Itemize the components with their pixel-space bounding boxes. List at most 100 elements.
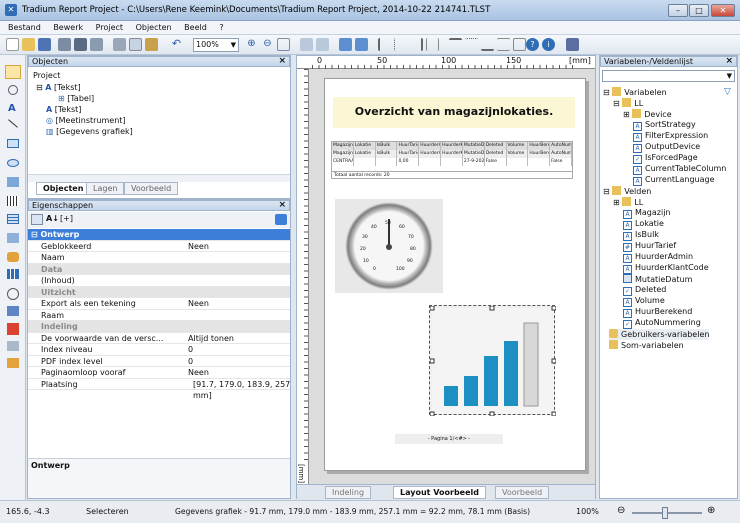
- print-icon[interactable]: [74, 38, 87, 51]
- variables-dropdown[interactable]: ▼: [602, 70, 735, 82]
- minimize-button[interactable]: –: [668, 4, 688, 17]
- tree-item-isbulk[interactable]: A IsBulk: [623, 230, 659, 241]
- property-row[interactable]: Plaatsing [91.7, 179.0, 183.9, 257.1 mm]: [28, 378, 290, 400]
- help-icon[interactable]: ?: [526, 38, 539, 51]
- line-tool-icon[interactable]: [8, 119, 18, 128]
- tree-node-ll[interactable]: ⊟ LL: [613, 98, 643, 109]
- resize-handle[interactable]: [430, 306, 435, 311]
- tree-node-variabelen[interactable]: ⊟ Variabelen: [603, 87, 667, 98]
- zoom-fit-icon[interactable]: [277, 38, 290, 51]
- tree-item-meetinstrument[interactable]: ◎ [Meetinstrument]: [46, 116, 126, 126]
- property-value[interactable]: Neen: [188, 241, 209, 252]
- align-center-icon[interactable]: [394, 38, 407, 51]
- new-file-icon[interactable]: [6, 38, 19, 51]
- copy-icon[interactable]: [129, 38, 142, 51]
- report-title[interactable]: Overzicht van magazijnlokaties.: [333, 97, 575, 128]
- resize-handle[interactable]: [489, 411, 495, 416]
- tree-item-currentlanguage[interactable]: A CurrentLanguage: [633, 175, 715, 186]
- tree-node-gebruikers-variabelen[interactable]: Gebruikers-variabelen: [609, 329, 710, 340]
- send-back-icon[interactable]: [316, 38, 329, 51]
- zoom-out-icon[interactable]: ⊖: [261, 38, 274, 51]
- tree-item-tabel[interactable]: ⊞ [Tabel]: [58, 94, 94, 104]
- property-row[interactable]: Naam: [28, 252, 290, 264]
- tree-item-outputdevice[interactable]: A OutputDevice: [633, 142, 700, 153]
- property-value[interactable]: Neen: [188, 367, 209, 378]
- align-middle-icon[interactable]: [465, 38, 478, 51]
- tree-item-tekst-2[interactable]: A [Tekst]: [46, 105, 81, 115]
- ole-tool-icon[interactable]: [7, 358, 19, 368]
- tree-item-sortstrategy[interactable]: A SortStrategy: [633, 120, 696, 131]
- page-footer[interactable]: - Pagina 1/<#> -: [395, 434, 503, 444]
- property-row[interactable]: (Inhoud): [28, 275, 290, 287]
- size-icon[interactable]: [513, 38, 526, 51]
- zoom-in-icon[interactable]: ⊕: [245, 38, 258, 51]
- tree-item-mutatiedatum[interactable]: MutatieDatum: [623, 274, 692, 285]
- close-button[interactable]: ✕: [711, 4, 735, 17]
- undo-icon[interactable]: ↶: [170, 38, 183, 51]
- space-vertical-icon[interactable]: [497, 38, 510, 51]
- zoom-in-icon[interactable]: ⊕: [707, 505, 715, 516]
- menu-bewerk[interactable]: Bewerk: [53, 23, 83, 32]
- close-icon[interactable]: ×: [278, 201, 286, 210]
- chart-tool-icon[interactable]: [7, 269, 19, 279]
- property-row[interactable]: Export als een tekening Neen: [28, 298, 290, 310]
- categorized-icon[interactable]: [31, 214, 43, 225]
- tree-node-som-variabelen[interactable]: Som-variabelen: [609, 340, 684, 351]
- align-bottom-icon[interactable]: [481, 38, 494, 51]
- tree-item-project[interactable]: Project: [33, 71, 60, 81]
- export-icon[interactable]: [90, 38, 103, 51]
- menu-objecten[interactable]: Objecten: [136, 23, 172, 32]
- property-row[interactable]: Paginaomloop vooraf Neen: [28, 367, 290, 379]
- resize-handle[interactable]: [551, 306, 556, 311]
- filter-icon[interactable]: ▽: [724, 87, 731, 97]
- zoom-tool-icon[interactable]: [8, 85, 18, 95]
- space-horizontal-icon[interactable]: [426, 38, 439, 51]
- sort-alpha-icon[interactable]: A↓: [46, 214, 59, 223]
- objects-hscroll[interactable]: [28, 174, 290, 182]
- rectangle-tool-icon[interactable]: [7, 139, 19, 148]
- tree-item-huurtarief[interactable]: # HuurTarief: [623, 241, 676, 252]
- tab-lagen[interactable]: Lagen: [86, 182, 125, 195]
- table-tool-icon[interactable]: [7, 214, 19, 224]
- cut-icon[interactable]: [113, 38, 126, 51]
- tree-item-huurderklantcode[interactable]: A HuurderKlantCode: [623, 263, 709, 274]
- category-indeling[interactable]: Indeling: [28, 321, 290, 333]
- tab-objecten[interactable]: Objecten: [36, 182, 91, 195]
- align-top-icon[interactable]: [449, 38, 462, 51]
- menu-beeld[interactable]: Beeld: [184, 23, 207, 32]
- resize-handle[interactable]: [430, 358, 435, 364]
- menu-project[interactable]: Project: [96, 23, 123, 32]
- close-icon[interactable]: ×: [278, 57, 286, 66]
- zoom-select[interactable]: 100% ▼: [193, 38, 239, 52]
- tree-item-magazijn[interactable]: A Magazijn: [623, 208, 671, 219]
- property-row[interactable]: PDF index level 0: [28, 355, 290, 367]
- maximize-button[interactable]: □: [689, 4, 709, 17]
- gauge-tool-icon[interactable]: [7, 288, 19, 300]
- tree-item-volume[interactable]: A Volume: [623, 296, 665, 307]
- property-value[interactable]: Neen: [188, 298, 209, 309]
- bring-front-icon[interactable]: [300, 38, 313, 51]
- tree-item-currenttablecolumn[interactable]: A CurrentTableColumn: [633, 164, 726, 175]
- menu-bestand[interactable]: Bestand: [8, 23, 41, 32]
- align-left-icon[interactable]: [378, 38, 391, 51]
- expand-collapse-icon[interactable]: [+]: [60, 214, 73, 223]
- tree-item-huurderadmin[interactable]: A HuurderAdmin: [623, 252, 693, 263]
- zoom-slider-thumb[interactable]: [662, 507, 668, 519]
- report-table[interactable]: Magazijn Lokatie IsBulk HuurTarie HuurderA Hu…: [331, 141, 573, 179]
- resize-handle[interactable]: [551, 358, 556, 364]
- property-value[interactable]: 0: [188, 344, 193, 355]
- form-tool-icon[interactable]: [7, 233, 19, 243]
- pdf-tool-icon[interactable]: [7, 323, 19, 335]
- menu-help[interactable]: ?: [219, 23, 223, 32]
- zoom-slider[interactable]: [632, 507, 702, 519]
- tab-voorbeeld-preview[interactable]: Voorbeeld: [495, 486, 550, 499]
- layer-down-icon[interactable]: [355, 38, 368, 51]
- layer-up-icon[interactable]: [339, 38, 352, 51]
- category-ontwerp[interactable]: ⊟ Ontwerp: [28, 229, 290, 241]
- user-tool-icon[interactable]: [7, 252, 19, 262]
- property-row[interactable]: Geblokkeerd Neen: [28, 240, 290, 252]
- select-tool-icon[interactable]: [5, 65, 21, 79]
- tab-layout-voorbeeld[interactable]: Layout Voorbeeld: [393, 486, 487, 499]
- image-tool-icon[interactable]: [7, 177, 19, 187]
- property-value[interactable]: Altijd tonen: [188, 333, 234, 344]
